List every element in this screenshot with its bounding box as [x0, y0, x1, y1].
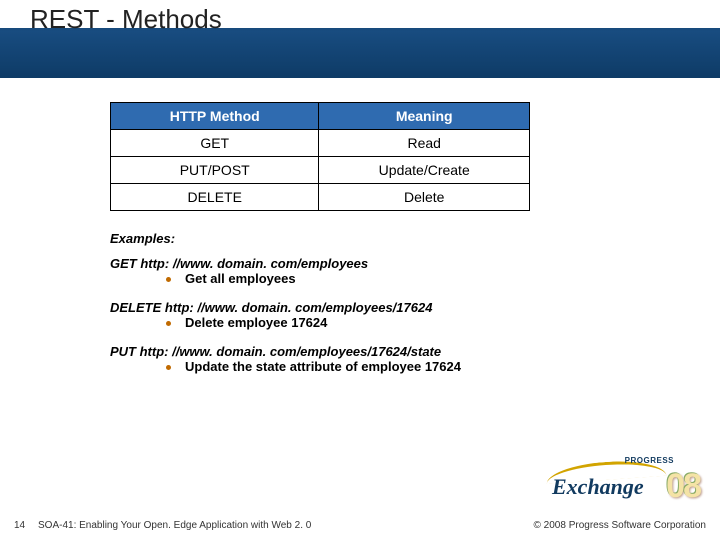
- example-description: Update the state attribute of employee 1…: [185, 359, 461, 374]
- example-description: Get all employees: [185, 271, 296, 286]
- cell-meaning: Update/Create: [319, 157, 530, 184]
- slide-content: HTTP Method Meaning GET Read PUT/POST Up…: [0, 78, 720, 374]
- bullet-icon: [166, 277, 171, 282]
- example-desc-row: Update the state attribute of employee 1…: [110, 359, 660, 374]
- bullet-icon: [166, 365, 171, 370]
- example-request: PUT http: //www. domain. com/employees/1…: [110, 344, 660, 359]
- logo-year: 08: [666, 467, 700, 506]
- cell-method: DELETE: [111, 184, 319, 211]
- footer-title: SOA-41: Enabling Your Open. Edge Applica…: [38, 520, 534, 531]
- title-bar: REST - Methods: [0, 0, 720, 78]
- http-methods-table: HTTP Method Meaning GET Read PUT/POST Up…: [110, 102, 530, 211]
- example-desc-row: Get all employees: [110, 271, 660, 286]
- page-number: 14: [14, 520, 38, 531]
- cell-method: GET: [111, 130, 319, 157]
- example-request: DELETE http: //www. domain. com/employee…: [110, 300, 660, 315]
- table-row: PUT/POST Update/Create: [111, 157, 530, 184]
- slide-title: REST - Methods: [30, 4, 720, 35]
- examples-heading: Examples:: [110, 231, 660, 246]
- cell-method: PUT/POST: [111, 157, 319, 184]
- example-desc-row: Delete employee 17624: [110, 315, 660, 330]
- slide-footer: 14 SOA-41: Enabling Your Open. Edge Appl…: [0, 510, 720, 540]
- example-block: DELETE http: //www. domain. com/employee…: [110, 300, 660, 330]
- example-request: GET http: //www. domain. com/employees: [110, 256, 660, 271]
- col-header-method: HTTP Method: [111, 103, 319, 130]
- table-row: DELETE Delete: [111, 184, 530, 211]
- bullet-icon: [166, 321, 171, 326]
- progress-exchange-logo: PROGRESS Exchange 08: [552, 456, 702, 506]
- table-row: GET Read: [111, 130, 530, 157]
- col-header-meaning: Meaning: [319, 103, 530, 130]
- logo-brand: PROGRESS: [625, 456, 674, 465]
- footer-copyright: © 2008 Progress Software Corporation: [534, 520, 706, 531]
- table-header-row: HTTP Method Meaning: [111, 103, 530, 130]
- logo-product: Exchange: [552, 474, 644, 500]
- example-description: Delete employee 17624: [185, 315, 327, 330]
- example-block: PUT http: //www. domain. com/employees/1…: [110, 344, 660, 374]
- cell-meaning: Read: [319, 130, 530, 157]
- example-block: GET http: //www. domain. com/employees G…: [110, 256, 660, 286]
- cell-meaning: Delete: [319, 184, 530, 211]
